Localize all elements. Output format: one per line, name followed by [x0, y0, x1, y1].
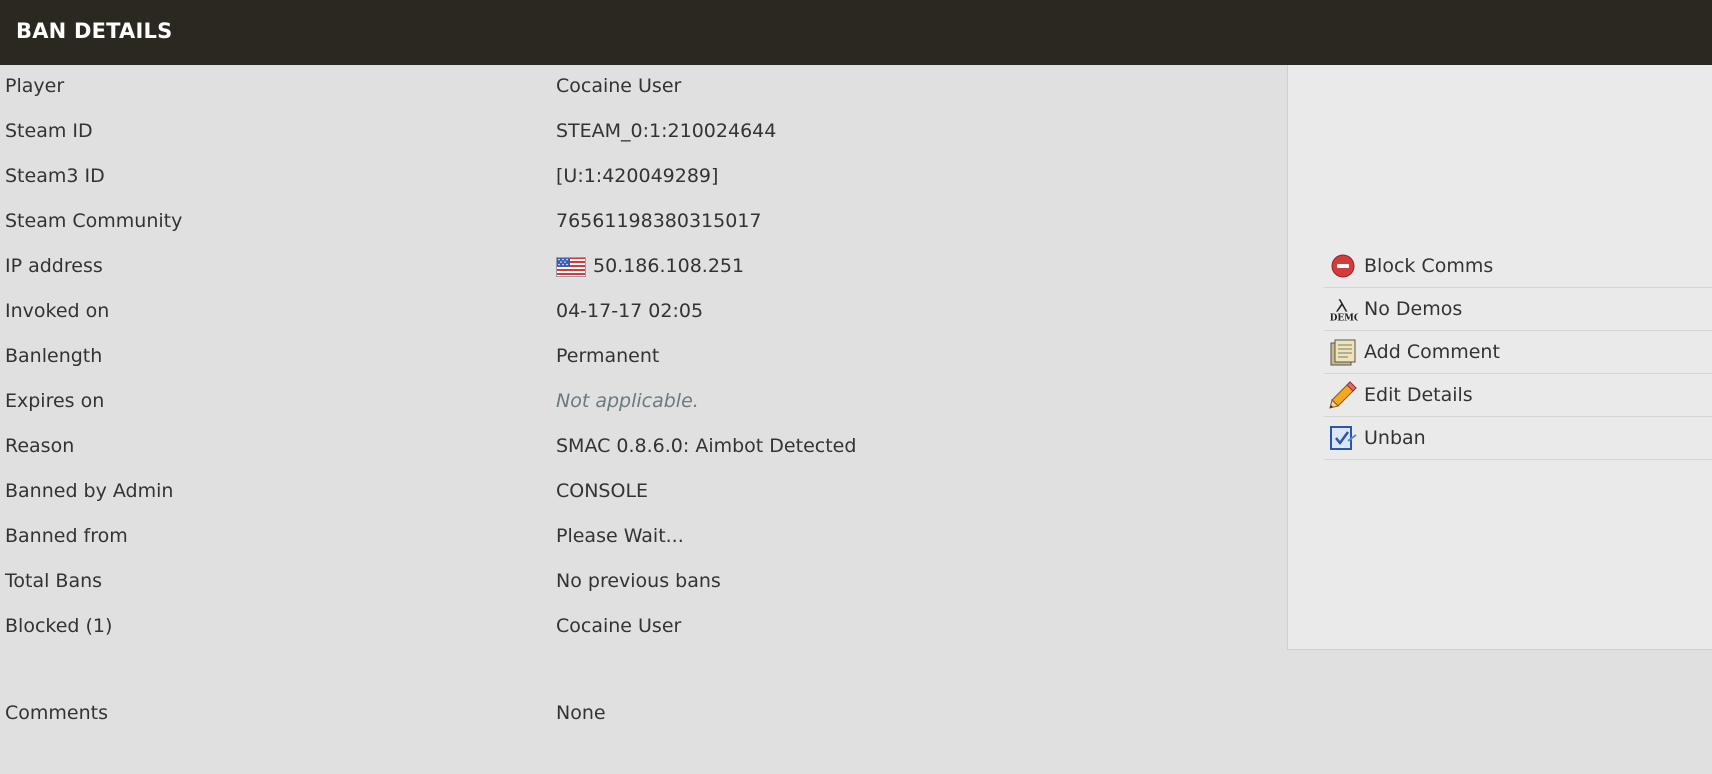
- detail-row-blocked: Blocked (1) Cocaine User: [0, 605, 1286, 650]
- detail-value: No previous bans: [556, 570, 721, 592]
- detail-value: Cocaine User: [556, 615, 682, 637]
- detail-row-player: Player Cocaine User: [0, 65, 1286, 110]
- block-comms-button[interactable]: Block Comms: [1324, 245, 1712, 288]
- detail-row-banlength: Banlength Permanent: [0, 335, 1286, 380]
- menu-item-label: Edit Details: [1364, 384, 1473, 406]
- us-flag-icon: [556, 257, 586, 277]
- detail-label: Steam Community: [5, 210, 183, 232]
- detail-row-steam3-id: Steam3 ID [U:1:420049289]: [0, 155, 1286, 200]
- block-icon: [1328, 251, 1358, 281]
- no-demos-button[interactable]: DEMO No Demos: [1324, 288, 1712, 331]
- unban-icon: [1328, 423, 1358, 453]
- menu-item-label: No Demos: [1364, 298, 1463, 320]
- detail-value: None: [556, 702, 606, 724]
- comment-icon: [1328, 337, 1358, 367]
- detail-label: Total Bans: [5, 570, 103, 592]
- page-title: BAN DETAILS: [16, 19, 173, 43]
- unban-button[interactable]: Unban: [1324, 417, 1712, 460]
- detail-label: Reason: [5, 435, 75, 457]
- detail-label: IP address: [5, 255, 103, 277]
- add-comment-button[interactable]: Add Comment: [1324, 331, 1712, 374]
- admin-actions-panel: Block Comms DEMO No Demos: [1287, 65, 1712, 650]
- detail-label: Banned by Admin: [5, 480, 174, 502]
- detail-value: STEAM_0:1:210024644: [556, 120, 777, 142]
- detail-label: Steam ID: [5, 120, 93, 142]
- menu-item-label: Block Comms: [1364, 255, 1494, 277]
- detail-row-invoked-on: Invoked on 04-17-17 02:05: [0, 290, 1286, 335]
- edit-details-button[interactable]: Edit Details: [1324, 374, 1712, 417]
- detail-value: Cocaine User: [556, 75, 682, 97]
- detail-label: Expires on: [5, 390, 105, 412]
- ip-address-value: 50.186.108.251: [593, 255, 745, 277]
- detail-label: Steam3 ID: [5, 165, 105, 187]
- detail-value-ip: 50.186.108.251: [556, 255, 744, 277]
- detail-value: SMAC 0.8.6.0: Aimbot Detected: [556, 435, 857, 457]
- page-header: BAN DETAILS: [0, 0, 1712, 65]
- detail-value: Please Wait...: [556, 525, 684, 547]
- detail-label: Banned from: [5, 525, 128, 547]
- menu-item-label: Unban: [1364, 427, 1426, 449]
- detail-row-reason: Reason SMAC 0.8.6.0: Aimbot Detected: [0, 425, 1286, 470]
- detail-row-total-bans: Total Bans No previous bans: [0, 560, 1286, 605]
- detail-row-banned-by-admin: Banned by Admin CONSOLE: [0, 470, 1286, 515]
- detail-label: Player: [5, 75, 65, 97]
- svg-text:DEMO: DEMO: [1330, 313, 1358, 323]
- detail-value: 04-17-17 02:05: [556, 300, 704, 322]
- detail-value: Not applicable.: [556, 390, 699, 412]
- admin-actions-menu: Block Comms DEMO No Demos: [1324, 245, 1712, 460]
- detail-value: CONSOLE: [556, 480, 649, 502]
- detail-label: Comments: [5, 702, 108, 724]
- detail-value: Permanent: [556, 345, 660, 367]
- detail-label: Blocked (1): [5, 615, 113, 637]
- detail-value: [U:1:420049289]: [556, 165, 719, 187]
- detail-row-ip-address: IP address 50.186.108.251: [0, 245, 1286, 290]
- steam-community-link[interactable]: 76561198380315017: [556, 210, 762, 232]
- detail-row-banned-from: Banned from Please Wait...: [0, 515, 1286, 560]
- demo-icon: DEMO: [1328, 294, 1358, 324]
- detail-row-expires-on: Expires on Not applicable.: [0, 380, 1286, 425]
- detail-label: Banlength: [5, 345, 103, 367]
- detail-row-comments: Comments None: [0, 692, 1286, 737]
- detail-row-steam-id: Steam ID STEAM_0:1:210024644: [0, 110, 1286, 155]
- pencil-icon: [1328, 380, 1358, 410]
- detail-label: Invoked on: [5, 300, 110, 322]
- detail-row-steam-community: Steam Community 76561198380315017: [0, 200, 1286, 245]
- menu-item-label: Add Comment: [1364, 341, 1500, 363]
